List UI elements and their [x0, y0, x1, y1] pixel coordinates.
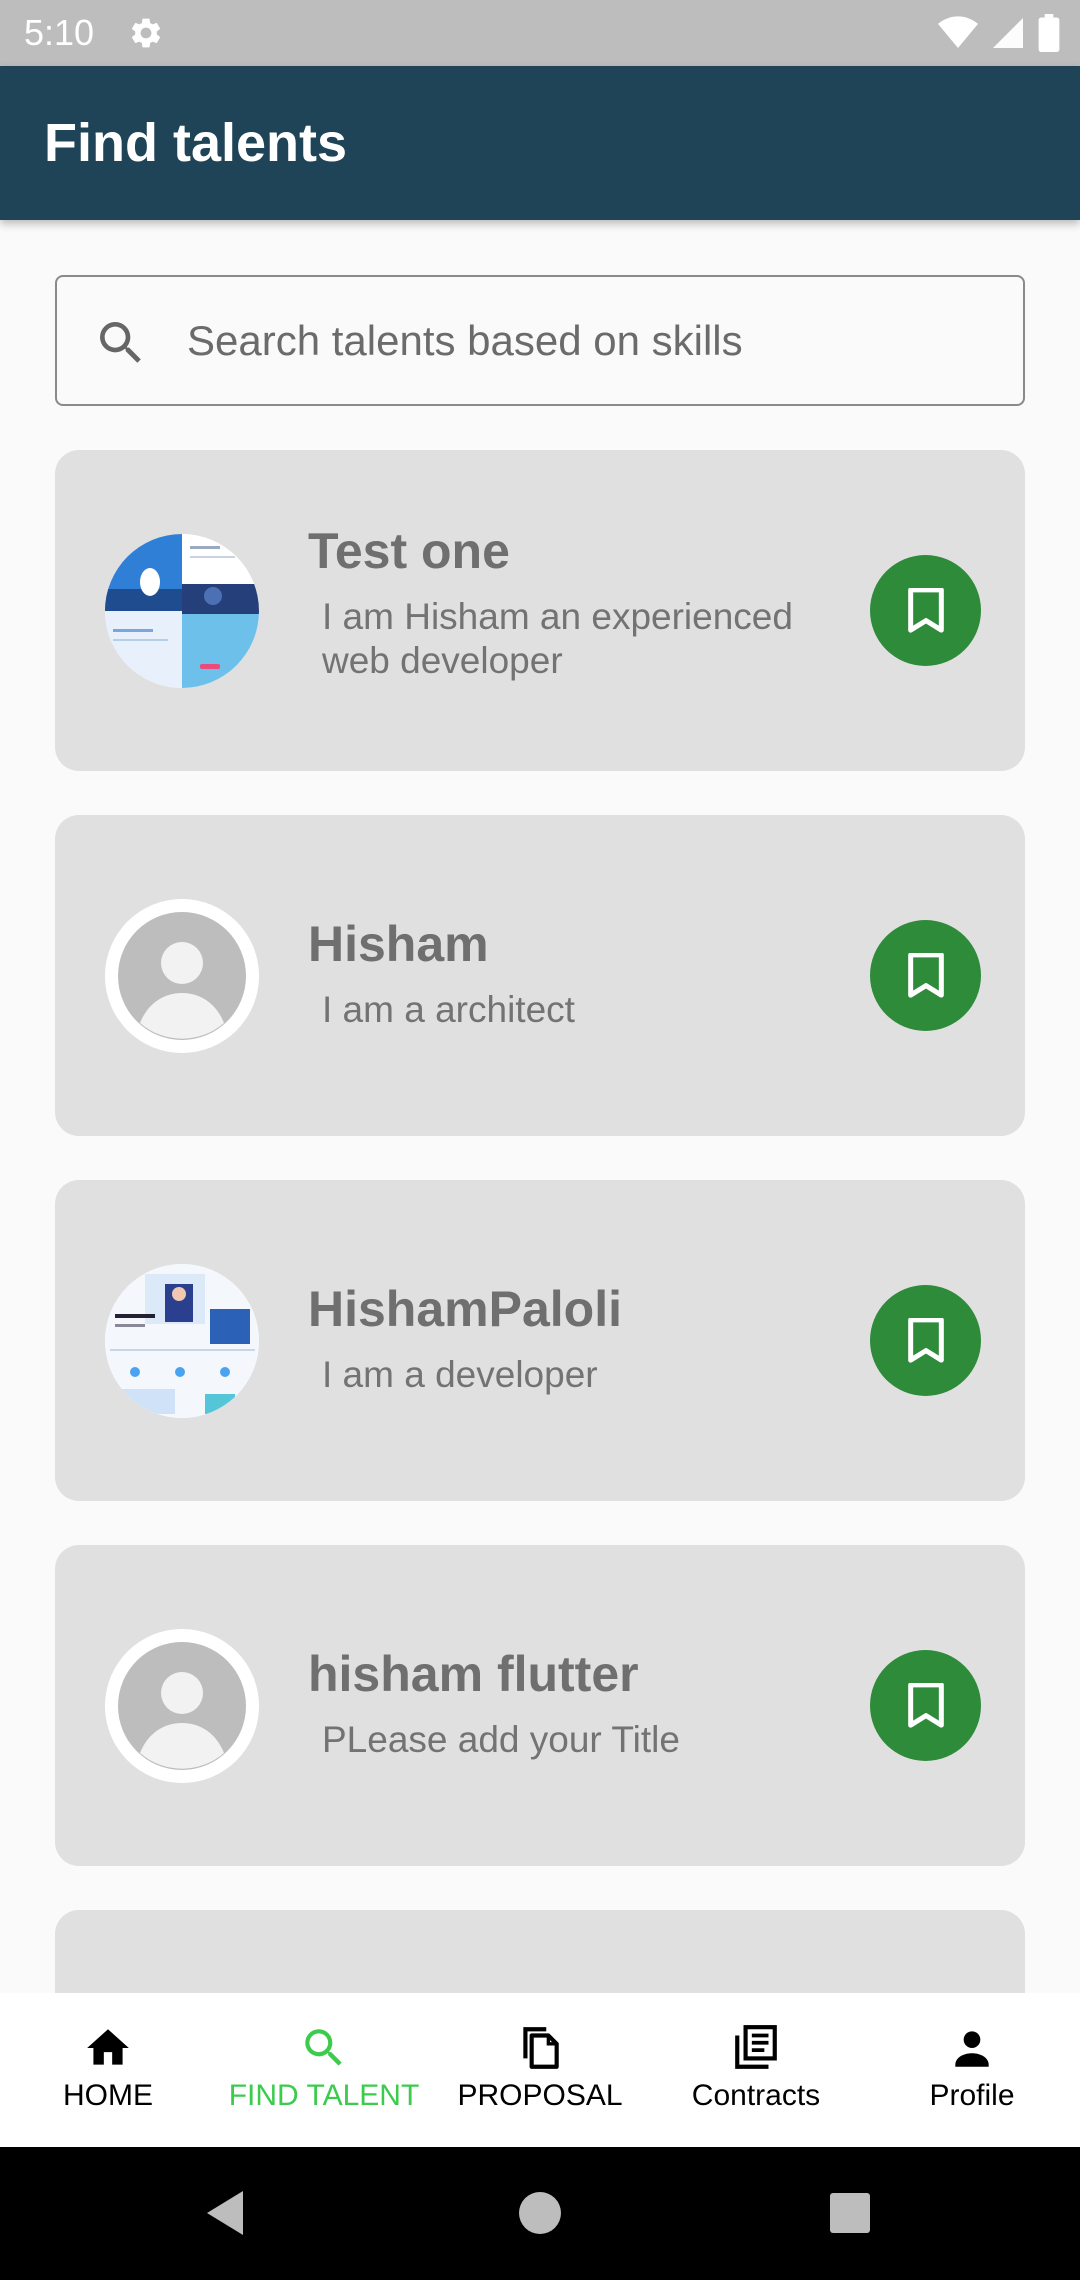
talent-title: PLease add your Title [322, 1719, 680, 1760]
settings-gear-icon [131, 18, 161, 48]
talent-name: HishamPaloli [308, 1281, 622, 1337]
screen: 5:10 Find talents Search talents based o… [0, 0, 1080, 2280]
talent-name: Test one [308, 523, 510, 579]
system-navigation-bar [0, 2147, 1080, 2280]
status-icons [938, 14, 1060, 52]
back-icon[interactable] [203, 2189, 245, 2237]
nav-label: PROPOSAL [457, 2079, 623, 2112]
talent-card[interactable]: hisham flutter PLease add your Title [55, 1545, 1025, 1866]
bottom-navigation: HOME FIND TALENT PROPOSAL Contracts Prof… [0, 1993, 1080, 2147]
person-placeholder-icon [105, 899, 259, 1053]
app-bar: Find talents [0, 66, 1080, 220]
bookmark-button[interactable] [870, 555, 981, 666]
talent-title: I am a architect [322, 989, 575, 1030]
nav-item-home[interactable]: HOME [0, 1993, 216, 2147]
bookmark-button[interactable] [870, 1650, 981, 1761]
wifi-icon [938, 16, 978, 48]
battery-icon [1038, 14, 1060, 52]
nav-label: Profile [929, 2079, 1015, 2112]
search-input[interactable] [187, 277, 987, 404]
default-person-avatar [105, 899, 259, 1053]
talent-card[interactable]: HishamPaloli I am a developer [55, 1180, 1025, 1501]
bookmark-icon [907, 1682, 944, 1728]
nav-label: HOME [63, 2079, 153, 2112]
copy-icon [523, 2027, 559, 2069]
status-bar: 5:10 [0, 0, 1080, 66]
talent-title: I am a developer [322, 1354, 598, 1395]
page-title: Find talents [44, 113, 348, 173]
talent-card[interactable]: Test one I am Hisham an experienced web … [55, 450, 1025, 771]
status-time: 5:10 [24, 12, 95, 53]
bookmark-icon [907, 1317, 944, 1363]
bookmark-icon [907, 952, 944, 998]
nav-item-contracts[interactable]: Contracts [648, 1993, 864, 2147]
cell-signal-icon [993, 18, 1023, 48]
portfolio-thumbnail-icon [105, 1264, 259, 1418]
search-box[interactable] [55, 275, 1025, 406]
bookmark-button[interactable] [870, 1285, 981, 1396]
default-person-avatar [105, 1629, 259, 1783]
bookmark-button[interactable] [870, 920, 981, 1031]
recent-apps-icon[interactable] [830, 2193, 870, 2233]
talent-title: I am Hisham an experienced web developer [322, 596, 793, 681]
nav-item-find-talent[interactable]: FIND TALENT [216, 1993, 432, 2147]
talent-card[interactable] [55, 1910, 1025, 1993]
talent-list: Test one I am Hisham an experienced web … [55, 450, 1025, 1993]
talent-name: Hisham [308, 916, 489, 972]
search-icon [305, 2029, 342, 2066]
portfolio-image-avatar [105, 1264, 259, 1418]
person-placeholder-icon [105, 1629, 259, 1783]
portfolio-image-avatar [105, 534, 259, 688]
portfolio-thumbnail-icon [105, 534, 259, 688]
articles-icon [735, 2025, 777, 2069]
talent-name: hisham flutter [308, 1646, 639, 1702]
search-icon [100, 322, 141, 363]
home-icon [87, 2029, 129, 2065]
person-icon [955, 2031, 989, 2067]
nav-item-proposal[interactable]: PROPOSAL [432, 1993, 648, 2147]
nav-label: FIND TALENT [228, 2079, 420, 2112]
home-button-icon[interactable] [519, 2192, 561, 2234]
bookmark-icon [907, 587, 944, 633]
nav-label: Contracts [691, 2079, 821, 2112]
nav-item-profile[interactable]: Profile [864, 1993, 1080, 2147]
talent-card[interactable]: Hisham I am a architect [55, 815, 1025, 1136]
